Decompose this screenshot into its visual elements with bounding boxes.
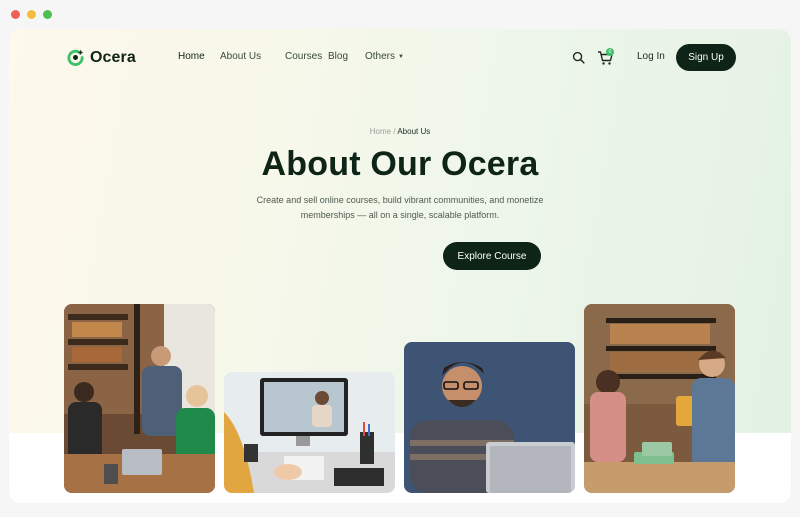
breadcrumb: Home / About Us <box>9 127 791 136</box>
explore-course-button[interactable]: Explore Course <box>443 242 541 270</box>
login-link[interactable]: Log In <box>637 51 665 62</box>
logo-text: Ocera <box>90 48 136 66</box>
window-controls <box>11 10 52 19</box>
search-icon[interactable] <box>572 51 585 64</box>
gallery-photo-students-tablet <box>584 304 735 493</box>
page-frame: Ocera Home About Us Courses Blog Others … <box>9 29 791 503</box>
logo[interactable]: Ocera <box>66 48 136 67</box>
top-navigation: Ocera Home About Us Courses Blog Others … <box>9 29 791 87</box>
nav-item-others[interactable]: Others ▼ <box>365 51 404 62</box>
breadcrumb-current: About Us <box>397 127 431 136</box>
page-title: About Our Ocera <box>261 145 539 183</box>
nav-item-courses[interactable]: Courses <box>285 51 322 62</box>
gallery-photo-student-laptop <box>404 342 575 493</box>
hero-subtitle: Create and sell online courses, build vi… <box>256 195 544 220</box>
breadcrumb-home[interactable]: Home <box>370 127 391 136</box>
gallery-photo-video-call <box>224 372 395 493</box>
signup-button[interactable]: Sign Up <box>676 44 736 71</box>
caret-down-icon: ▼ <box>398 53 404 60</box>
nav-item-home[interactable]: Home <box>178 51 205 62</box>
nav-item-others-label: Others <box>365 51 396 62</box>
nav-item-about-us[interactable]: About Us <box>220 51 261 62</box>
gallery-photo-students-library <box>64 304 215 493</box>
breadcrumb-separator: / <box>393 127 396 136</box>
cart-count-badge: 0 <box>606 48 614 56</box>
maximize-window-button[interactable] <box>43 10 52 19</box>
logo-icon <box>67 49 84 66</box>
close-window-button[interactable] <box>11 10 20 19</box>
minimize-window-button[interactable] <box>27 10 36 19</box>
nav-item-blog[interactable]: Blog <box>328 51 348 62</box>
